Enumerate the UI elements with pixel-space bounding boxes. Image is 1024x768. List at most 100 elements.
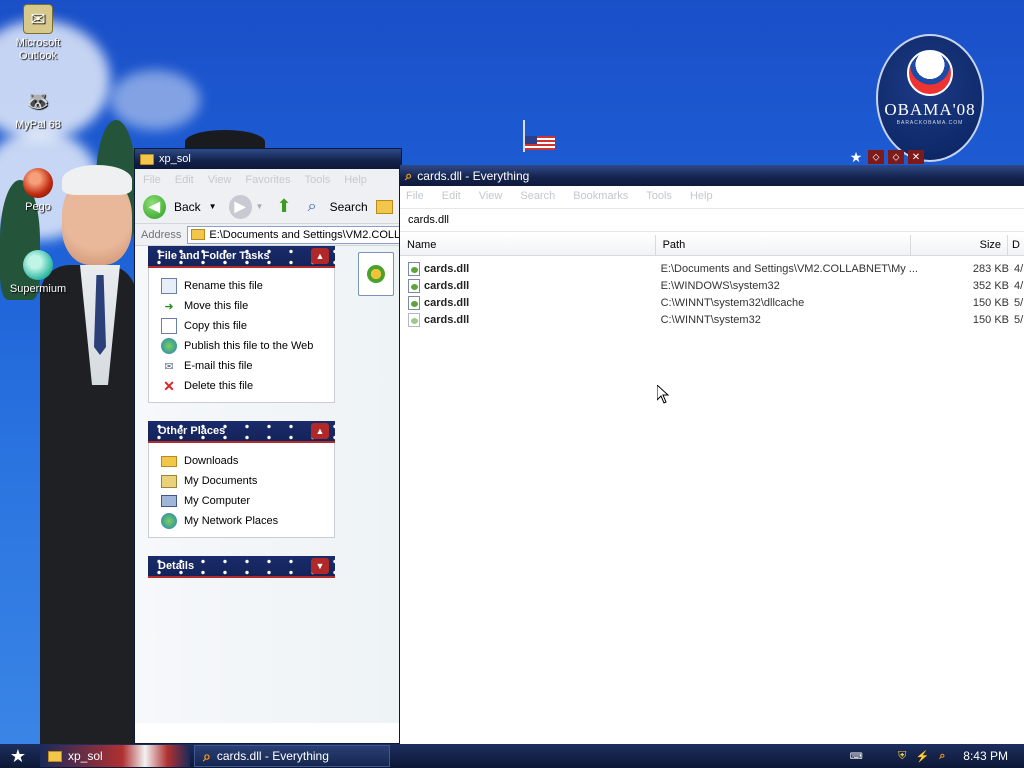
back-arrow-icon[interactable]: ◀ (143, 194, 166, 219)
task-publish[interactable]: Publish this file to the Web (161, 336, 334, 356)
file-tasks-header[interactable]: File and Folder Tasks ▲ (148, 246, 335, 268)
taskbar: ★ xp_sol ⌕ cards.dll - Everything ⌨ ⛨ ⚡ … (0, 744, 1024, 768)
menu-view[interactable]: View (479, 190, 503, 202)
details-panel: Details ▼ (148, 556, 335, 578)
search-icon[interactable]: ⌕ (935, 749, 949, 763)
search-icon[interactable]: ⌕ (303, 197, 322, 217)
clock[interactable]: 8:43 PM (963, 749, 1008, 763)
table-row[interactable]: cards.dll C:\WINNT\system32\dllcache 150… (400, 294, 1024, 311)
taskbar-item-explorer[interactable]: xp_sol (40, 745, 190, 767)
menu-favorites[interactable]: Favorites (245, 174, 290, 186)
search-button[interactable]: Search (330, 200, 368, 214)
task-delete[interactable]: ✕ Delete this file (161, 376, 334, 396)
network-icon (161, 513, 177, 529)
column-label: Name (407, 239, 437, 251)
menu-help[interactable]: Help (344, 174, 367, 186)
email-icon: ✉ (164, 360, 174, 373)
expand-icon[interactable]: ▼ (311, 558, 329, 574)
task-copy[interactable]: Copy this file (161, 316, 334, 336)
outlook-icon: ✉ (23, 4, 53, 34)
menu-help[interactable]: Help (690, 190, 713, 202)
file-tasks-panel: File and Folder Tasks ▲ Rename this file… (148, 246, 335, 403)
dll-file-icon[interactable] (358, 252, 394, 296)
task-rename[interactable]: Rename this file (161, 276, 334, 296)
desktop-icon-pego[interactable]: Pego (0, 168, 76, 214)
task-label: Rename this file (184, 280, 263, 292)
cell-name: cards.dll (424, 313, 470, 326)
chevron-down-icon[interactable]: ▼ (209, 202, 217, 211)
system-tray: ⌨ ⛨ ⚡ ⌕ 8:43 PM (849, 749, 1024, 763)
folders-icon[interactable] (375, 199, 393, 214)
desktop-icon-outlook[interactable]: ✉ Microsoft Outlook (0, 4, 76, 63)
cell-path: E:\Documents and Settings\VM2.COLLABNET\… (660, 262, 918, 275)
task-label: Publish this file to the Web (184, 340, 314, 352)
obama-poster: OBAMA'08 BARACKOBAMA.COM (876, 34, 984, 162)
keyboard-icon[interactable]: ⌨ (849, 749, 863, 763)
place-my-computer[interactable]: My Computer (161, 491, 334, 511)
table-row[interactable]: cards.dll C:\WINNT\system32 150 KB 5/ (400, 311, 1024, 328)
desktop-icon-label: Microsoft Outlook (15, 37, 61, 62)
folder-icon (140, 153, 154, 165)
menu-tools[interactable]: Tools (305, 174, 331, 186)
other-places-panel: Other Places ▲ Downloads My Documents My… (148, 421, 335, 538)
raccoon-icon: 🦝 (26, 90, 50, 111)
task-label: Delete this file (184, 380, 254, 392)
task-email[interactable]: ✉ E-mail this file (161, 356, 334, 376)
up-folder-icon[interactable]: ⬆ (273, 196, 294, 218)
menu-tools[interactable]: Tools (646, 190, 672, 202)
mouse-cursor-icon (657, 385, 669, 404)
collapse-icon[interactable]: ▲ (311, 423, 329, 439)
search-input[interactable]: cards.dll (400, 208, 1024, 232)
network-tray-icon[interactable]: ⚡ (915, 749, 929, 763)
my-computer-icon (161, 495, 177, 507)
start-button[interactable]: ★ (0, 744, 36, 768)
menu-edit[interactable]: Edit (175, 174, 194, 186)
address-field[interactable]: E:\Documents and Settings\VM2.COLLABNET (187, 225, 401, 244)
move-icon: ➜ (164, 300, 174, 313)
explorer-titlebar[interactable]: xp_sol (135, 149, 401, 169)
close-button[interactable]: ✕ (908, 150, 924, 164)
window-title: xp_sol (159, 153, 191, 165)
table-row[interactable]: cards.dll E:\WINDOWS\system32 352 KB 4/ (400, 277, 1024, 294)
menu-bookmarks[interactable]: Bookmarks (573, 190, 628, 202)
details-header[interactable]: Details ▼ (148, 556, 335, 578)
menu-search[interactable]: Search (520, 190, 555, 202)
menu-view[interactable]: View (208, 174, 232, 186)
place-network[interactable]: My Network Places (161, 511, 334, 531)
place-downloads[interactable]: Downloads (161, 451, 334, 471)
maximize-button[interactable]: ⬦ (888, 150, 904, 164)
forward-arrow-icon[interactable]: ▶ (228, 194, 252, 219)
column-path[interactable]: Path (656, 235, 912, 255)
place-label: My Network Places (184, 515, 279, 527)
column-label: Size (979, 239, 1002, 251)
task-label: Copy this file (184, 320, 247, 332)
cell-name: cards.dll (424, 279, 470, 292)
collapse-icon[interactable]: ▲ (311, 248, 329, 264)
column-date[interactable]: D (1008, 235, 1024, 255)
menu-edit[interactable]: Edit (442, 190, 461, 202)
folder-icon (161, 455, 177, 467)
table-row[interactable]: cards.dll E:\Documents and Settings\VM2.… (400, 260, 1024, 277)
pego-icon (23, 168, 53, 198)
place-my-documents[interactable]: My Documents (161, 471, 334, 491)
everything-titlebar[interactable]: ⌕ cards.dll - Everything (400, 165, 1024, 186)
task-move[interactable]: ➜ Move this file (161, 296, 334, 316)
back-button[interactable]: Back (174, 200, 201, 214)
explorer-toolbar: ◀ Back ▼ ▶ ▼ ⬆ ⌕ Search (135, 190, 401, 224)
desktop-icon-mypal[interactable]: 🦝 MyPal 68 (0, 86, 76, 132)
desktop-icon-supermium[interactable]: Supermium (0, 250, 76, 296)
cell-date: 5/ (1014, 313, 1024, 326)
shield-icon[interactable]: ⛨ (895, 749, 909, 763)
everything-menubar: File Edit View Search Bookmarks Tools He… (400, 186, 1024, 205)
taskbar-item-everything[interactable]: ⌕ cards.dll - Everything (194, 745, 390, 767)
everything-window: ⌕ cards.dll - Everything File Edit View … (399, 165, 1024, 744)
column-size[interactable]: Size (911, 235, 1009, 255)
copy-icon (161, 318, 177, 334)
task-label: cards.dll - Everything (216, 749, 329, 763)
other-places-header[interactable]: Other Places ▲ (148, 421, 335, 443)
obama-logo (907, 50, 953, 96)
menu-file[interactable]: File (143, 174, 161, 186)
column-name[interactable]: Name (400, 235, 656, 255)
menu-file[interactable]: File (406, 190, 424, 202)
minimize-button[interactable]: ⬦ (868, 150, 884, 164)
